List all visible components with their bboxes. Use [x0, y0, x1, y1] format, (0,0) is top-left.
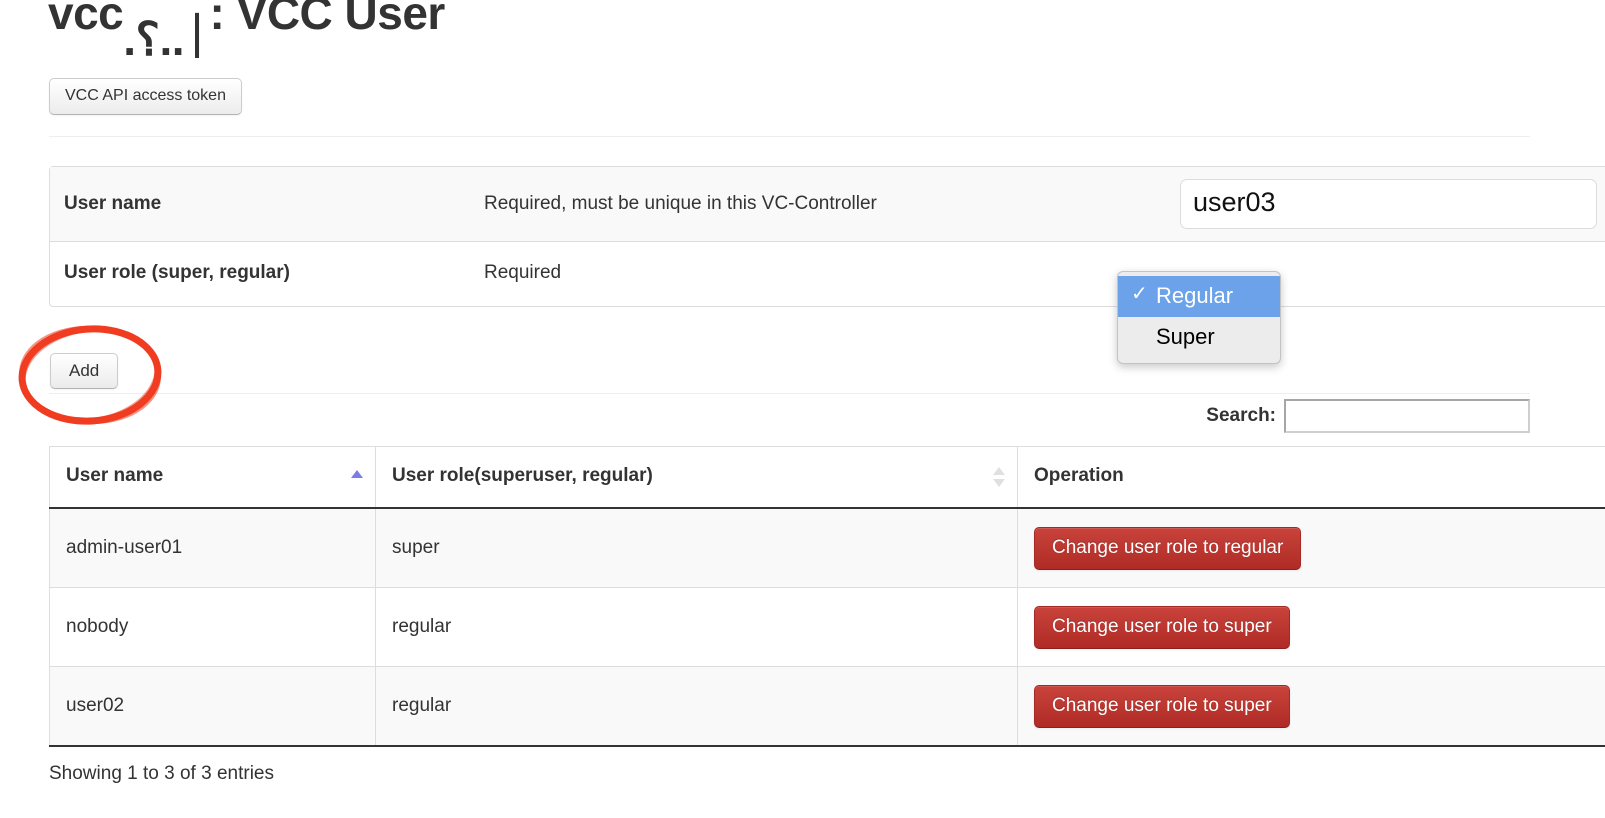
sort-ascending-icon: [351, 465, 363, 489]
vcc-api-access-token-button[interactable]: VCC API access token: [49, 78, 242, 115]
header-divider: [49, 136, 1530, 138]
change-user-role-button[interactable]: Change user role to super: [1034, 605, 1290, 649]
search-input[interactable]: [1284, 399, 1530, 433]
form-description-username: Required, must be unique in this VC-Cont…: [470, 167, 1166, 241]
cell-userrole: regular: [375, 587, 1018, 667]
change-user-role-button[interactable]: Change user role to regular: [1034, 526, 1302, 570]
dropdown-option-super-label: Super: [1156, 324, 1215, 349]
page-title: vcc.⸮..⏐: VCC User: [48, 0, 446, 58]
search-filter: Search:: [1206, 399, 1530, 433]
column-header-operation-label: Operation: [1034, 465, 1124, 486]
users-table-header-row: User name User role(superuser, regular) …: [49, 446, 1605, 509]
sort-none-icon: [993, 465, 1005, 489]
page-title-prefix: vcc: [48, 0, 124, 39]
dropdown-option-regular-label: Regular: [1156, 283, 1234, 308]
cell-username: nobody: [49, 587, 376, 667]
form-bottom-divider: [49, 393, 1530, 394]
checkmark-icon: ✓: [1131, 283, 1148, 305]
cell-username: admin-user01: [49, 507, 376, 588]
dropdown-option-regular[interactable]: ✓ Regular: [1118, 276, 1280, 317]
username-input[interactable]: [1180, 179, 1597, 229]
add-button[interactable]: Add: [50, 353, 119, 389]
form-label-username: User name: [50, 167, 470, 241]
cell-userrole: super: [375, 507, 1018, 588]
users-table: User name User role(superuser, regular) …: [49, 446, 1605, 747]
search-label: Search:: [1206, 405, 1276, 426]
column-header-username[interactable]: User name: [49, 446, 376, 509]
table-row: nobody regular Change user role to super: [49, 587, 1605, 667]
column-header-username-label: User name: [66, 465, 164, 486]
column-header-userrole-label: User role(superuser, regular): [392, 465, 653, 486]
form-field-username-cell: [1166, 167, 1605, 241]
form-description-userrole: Required: [470, 240, 1166, 306]
table-row: admin-user01 super Change user role to r…: [49, 507, 1605, 588]
cell-operation: Change user role to super: [1017, 666, 1605, 747]
cell-userrole: regular: [375, 666, 1018, 747]
table-info: Showing 1 to 3 of 3 entries: [49, 763, 274, 784]
form-label-userrole: User role (super, regular): [50, 240, 470, 306]
dropdown-option-super[interactable]: ✓ Super: [1118, 317, 1280, 358]
form-row-username: User name Required, must be unique in th…: [50, 167, 1605, 241]
cell-operation: Change user role to regular: [1017, 507, 1605, 588]
new-user-form-table: User name Required, must be unique in th…: [49, 166, 1605, 307]
table-row: user02 regular Change user role to super: [49, 666, 1605, 747]
user-role-dropdown-popup[interactable]: ✓ Regular ✓ Super: [1117, 271, 1281, 364]
column-header-userrole[interactable]: User role(superuser, regular): [375, 446, 1018, 509]
change-user-role-button[interactable]: Change user role to super: [1034, 684, 1290, 728]
cell-operation: Change user role to super: [1017, 587, 1605, 667]
form-row-userrole: User role (super, regular) Required: [50, 240, 1605, 306]
cell-username: user02: [49, 666, 376, 747]
page-title-suffix: : VCC User: [209, 0, 446, 39]
column-header-operation[interactable]: Operation: [1017, 446, 1605, 509]
page-title-clipped-host: .⸮..⏐: [123, 13, 210, 58]
